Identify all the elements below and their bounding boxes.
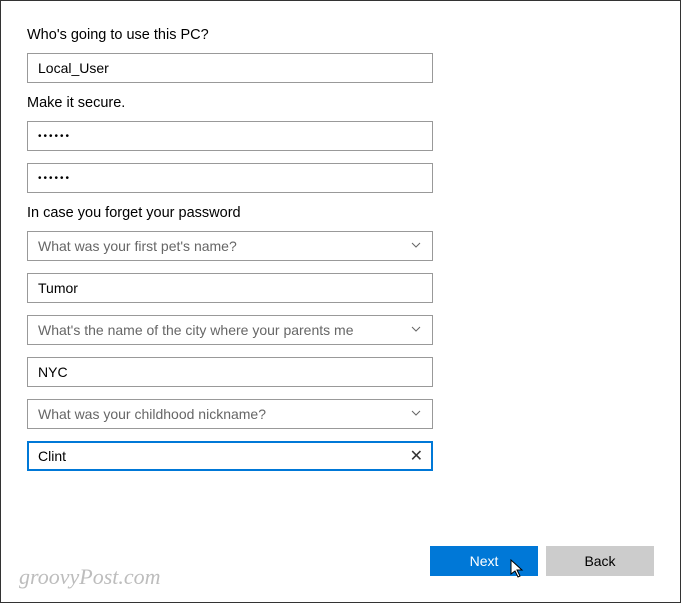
username-section-label: Who's going to use this PC? [27,27,654,43]
clear-input-icon[interactable]: ✕ [410,446,423,466]
security-question-3-select[interactable]: What was your childhood nickname? [27,399,433,429]
security-question-1-text: What was your first pet's name? [38,238,237,254]
security-answer-2-value: NYC [38,364,68,380]
security-answer-1-value: Tumor [38,280,78,296]
security-question-2-text: What's the name of the city where your p… [38,322,354,338]
watermark-text: groovyPost.com [19,564,161,590]
chevron-down-icon [410,322,422,338]
username-input[interactable]: Local_User [27,53,433,83]
security-answer-1-input[interactable]: Tumor [27,273,433,303]
security-questions-label: In case you forget your password [27,205,654,221]
security-answer-3-value: Clint [38,448,66,464]
security-question-3-text: What was your childhood nickname? [38,406,266,422]
confirm-password-input[interactable]: •••••• [27,163,433,193]
password-section-label: Make it secure. [27,95,654,111]
chevron-down-icon [410,238,422,254]
chevron-down-icon [410,406,422,422]
password-value: •••••• [38,131,71,142]
button-row: Next Back [430,546,654,576]
security-answer-3-input[interactable]: Clint ✕ [27,441,433,471]
password-input[interactable]: •••••• [27,121,433,151]
back-button[interactable]: Back [546,546,654,576]
next-button[interactable]: Next [430,546,538,576]
security-question-2-select[interactable]: What's the name of the city where your p… [27,315,433,345]
security-question-1-select[interactable]: What was your first pet's name? [27,231,433,261]
security-answer-2-input[interactable]: NYC [27,357,433,387]
username-value: Local_User [38,60,109,76]
confirm-password-value: •••••• [38,173,71,184]
